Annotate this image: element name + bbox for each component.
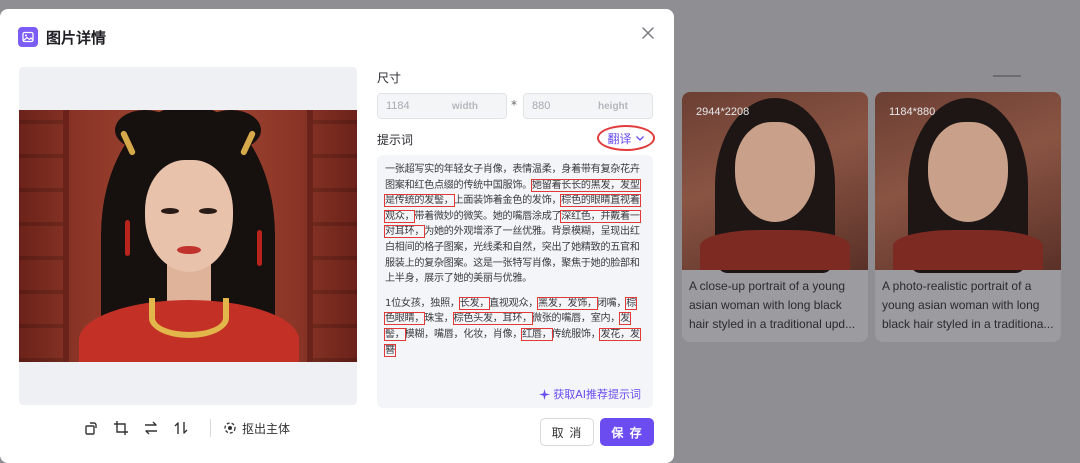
dialog-title: 图片详情 [46, 28, 107, 47]
extract-subject-button[interactable]: 抠出主体 [223, 420, 290, 437]
ai-suggest-label: 获取AI推荐提示词 [553, 388, 641, 401]
height-unit: height [598, 100, 628, 112]
flip-horizontal-icon[interactable] [140, 417, 162, 439]
size-separator: * [511, 98, 517, 112]
result-caption: A close-up portrait of a young asian wom… [689, 279, 856, 331]
translate-button[interactable]: 翻译 [597, 125, 655, 151]
result-size-tag: 1184*880 [889, 106, 936, 118]
toolbar-divider [210, 419, 211, 437]
size-label: 尺寸 [377, 71, 402, 85]
result-card[interactable]: 1184*880 A photo-realistic portrait of a… [875, 92, 1061, 342]
portrait-image [19, 110, 357, 362]
width-value: 1184 [386, 100, 410, 112]
result-thumbnail: 2944*2208 [682, 92, 868, 273]
result-card[interactable]: 2944*2208 A close-up portrait of a young… [682, 92, 868, 342]
result-size-tag: 2944*2208 [696, 106, 750, 118]
image-detail-dialog: 图片详情 抠出主体 尺寸 1184 width * 880 height 提示词… [0, 9, 674, 463]
image-toolbar: 抠出主体 [80, 417, 290, 439]
height-field[interactable]: 880 height [523, 93, 653, 119]
width-unit: width [451, 100, 478, 112]
image-icon [18, 27, 38, 47]
cancel-button[interactable]: 取 消 [540, 418, 594, 446]
sparkle-icon [539, 388, 551, 400]
image-preview [19, 67, 357, 405]
prompt-label: 提示词 [377, 133, 414, 147]
chevron-down-icon [635, 136, 644, 141]
result-thumbnail: 1184*880 [875, 92, 1061, 273]
crop-icon[interactable] [110, 417, 132, 439]
close-icon [642, 27, 654, 39]
translate-label: 翻译 [607, 131, 632, 146]
extract-icon [224, 422, 236, 434]
save-button[interactable]: 保 存 [600, 418, 654, 446]
background-divider [993, 75, 1021, 77]
prompt-keywords: 1位女孩，独照，长发，直视观众，黑发，发饰，闭嘴，棕色眼睛，珠宝，棕色头发，耳环… [384, 296, 641, 357]
ai-suggest-link[interactable]: 获取AI推荐提示词 [539, 386, 641, 402]
extract-subject-label: 抠出主体 [242, 421, 291, 436]
prompt-textarea[interactable]: 一张超写实的年轻女子肖像，表情温柔，身着带有复杂花卉图案和红色点缀的传统中国服饰… [377, 155, 653, 408]
close-button[interactable] [638, 23, 658, 43]
dialog-header: 图片详情 [18, 26, 106, 48]
result-caption: A photo-realistic portrait of a young as… [882, 279, 1054, 331]
prompt-paragraph: 一张超写实的年轻女子肖像，表情温柔，身着带有复杂花卉图案和红色点缀的传统中国服饰… [384, 164, 641, 285]
flip-vertical-icon[interactable] [170, 417, 192, 439]
width-field[interactable]: 1184 width [377, 93, 507, 119]
height-value: 880 [532, 100, 551, 112]
rotate-icon[interactable] [80, 417, 102, 439]
